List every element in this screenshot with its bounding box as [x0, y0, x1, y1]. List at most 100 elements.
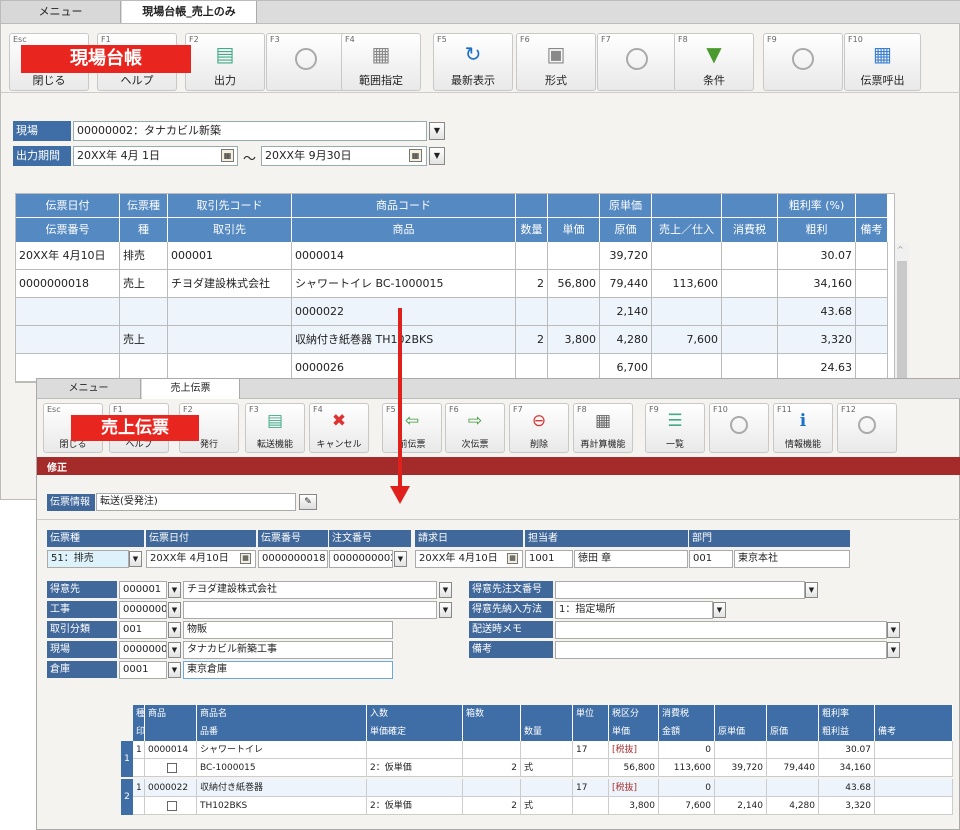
grid-cell[interactable]: 収納付き紙巻器: [197, 779, 367, 797]
table-cell[interactable]: [652, 298, 722, 326]
grid-cell[interactable]: 2,140: [715, 797, 767, 815]
grid-cell[interactable]: 0: [659, 779, 715, 797]
table-cell[interactable]: [722, 270, 778, 298]
grid-cell[interactable]: 2：仮単価: [367, 759, 463, 777]
table-cell[interactable]: 79,440: [600, 270, 652, 298]
period-to-field[interactable]: 20XX年 9月30日: [261, 146, 427, 166]
table-cell[interactable]: [856, 242, 888, 270]
denpyo-type-dropdown[interactable]: ▼: [129, 551, 142, 567]
grid-cell[interactable]: シャワートイレ: [197, 741, 367, 759]
name-field[interactable]: 東京倉庫: [183, 661, 393, 679]
code-field[interactable]: 0001: [119, 661, 167, 679]
table-cell[interactable]: 000001: [168, 242, 292, 270]
period-from-field[interactable]: 20XX年 4月 1日: [73, 146, 238, 166]
table-cell[interactable]: 2,140: [600, 298, 652, 326]
table-cell[interactable]: 7,600: [652, 326, 722, 354]
grid-cell[interactable]: 56,800: [609, 759, 659, 777]
calendar-icon[interactable]: ▦: [507, 553, 518, 564]
bumon-name-field[interactable]: 東京本社: [734, 550, 850, 568]
table-cell[interactable]: [856, 270, 888, 298]
grid-cell[interactable]: BC-1000015: [197, 759, 367, 777]
table-cell[interactable]: [548, 298, 600, 326]
grid-cell[interactable]: 2：仮単価: [367, 797, 463, 815]
grid-cell[interactable]: [463, 779, 521, 797]
grid-cell[interactable]: [367, 741, 463, 759]
table-cell[interactable]: [120, 298, 168, 326]
table-cell[interactable]: 34,160: [778, 270, 856, 298]
toolbar-btn-format[interactable]: F6 ▣ 形式: [516, 33, 596, 91]
table-cell[interactable]: 0000014: [292, 242, 516, 270]
table-cell[interactable]: [516, 242, 548, 270]
grid-cell[interactable]: [573, 797, 609, 815]
dropdown[interactable]: ▼: [805, 582, 818, 598]
toolbar-btn-delete[interactable]: F7 ⊖ 削除: [509, 403, 569, 453]
toolbar-btn-refresh[interactable]: F5 ↻ 最新表示: [433, 33, 513, 91]
grid-cell[interactable]: [133, 759, 145, 777]
grid-cell[interactable]: [875, 741, 953, 759]
grid-cell[interactable]: 113,600: [659, 759, 715, 777]
grid-cell[interactable]: 3,800: [609, 797, 659, 815]
tanto-name-field[interactable]: 徳田 章: [574, 550, 688, 568]
grid-cell[interactable]: 式: [521, 759, 573, 777]
toolbar-btn-no[interactable]: F9: [763, 33, 843, 91]
genba-dropdown[interactable]: ▼: [429, 122, 445, 140]
grid-cell[interactable]: 17: [573, 779, 609, 797]
toolbar-btn-list[interactable]: F9 ☰ 一覧: [645, 403, 705, 453]
grid-cell[interactable]: [715, 741, 767, 759]
table-cell[interactable]: 30.07: [778, 242, 856, 270]
grid-cell[interactable]: [税抜]: [609, 741, 659, 759]
front-tab-uriage[interactable]: 売上伝票: [142, 379, 240, 399]
grid-cell[interactable]: 0000014: [145, 741, 197, 759]
table-cell[interactable]: 2: [516, 270, 548, 298]
grid-cell[interactable]: [875, 779, 953, 797]
table-cell[interactable]: 43.68: [778, 298, 856, 326]
dropdown[interactable]: ▼: [713, 602, 726, 618]
table-cell[interactable]: シャワートイレ BC-1000015: [292, 270, 516, 298]
table-cell[interactable]: 4,280: [600, 326, 652, 354]
grid-cell[interactable]: [463, 741, 521, 759]
name-field[interactable]: [183, 601, 437, 619]
chumon-no-dropdown[interactable]: ▼: [394, 551, 407, 567]
table-cell[interactable]: チヨダ建設株式会社: [168, 270, 292, 298]
table-cell[interactable]: [16, 298, 120, 326]
dropdown[interactable]: ▼: [168, 602, 181, 618]
grid-cell[interactable]: 7,600: [659, 797, 715, 815]
grid-cell[interactable]: 39,720: [715, 759, 767, 777]
table-cell[interactable]: 39,720: [600, 242, 652, 270]
dropdown[interactable]: ▼: [168, 582, 181, 598]
calendar-icon[interactable]: ▦: [240, 553, 251, 564]
print-exclude-cell[interactable]: [145, 797, 197, 815]
code-field[interactable]: 00000002: [119, 641, 167, 659]
value-field[interactable]: [555, 581, 805, 599]
grid-cell[interactable]: 43.68: [819, 779, 875, 797]
grid-cell[interactable]: [715, 779, 767, 797]
grid-cell[interactable]: 1: [133, 741, 145, 759]
grid-cell[interactable]: 1: [133, 779, 145, 797]
toolbar-btn-transfer[interactable]: F3 ▤ 転送機能: [245, 403, 305, 453]
denpyo-no-field[interactable]: 0000000018: [258, 550, 328, 568]
grid-cell[interactable]: 2: [463, 797, 521, 815]
code-field[interactable]: 00000000: [119, 601, 167, 619]
table-cell[interactable]: [652, 242, 722, 270]
genba-field[interactable]: 00000002：タナカビル新築: [73, 121, 427, 141]
bumon-code-field[interactable]: 001: [689, 550, 733, 568]
denpyo-type-field[interactable]: 51：排売: [47, 550, 129, 568]
grid-cell[interactable]: [税抜]: [609, 779, 659, 797]
toolbar-btn-info[interactable]: F11 ℹ 情報機能: [773, 403, 833, 453]
toolbar-btn-cancel[interactable]: F4 ✖ キャンセル: [309, 403, 369, 453]
grid-cell[interactable]: 0: [659, 741, 715, 759]
table-cell[interactable]: [548, 242, 600, 270]
table-cell[interactable]: 2: [516, 326, 548, 354]
value-field[interactable]: [555, 641, 887, 659]
grid-cell[interactable]: [367, 779, 463, 797]
toolbar-btn-no[interactable]: F7: [597, 33, 677, 91]
table-cell[interactable]: 56,800: [548, 270, 600, 298]
grid-cell[interactable]: 0000022: [145, 779, 197, 797]
table-cell[interactable]: 3,800: [548, 326, 600, 354]
table-cell[interactable]: 売上: [120, 326, 168, 354]
grid-cell[interactable]: [875, 797, 953, 815]
grid-cell[interactable]: [875, 759, 953, 777]
table-cell[interactable]: [856, 326, 888, 354]
print-exclude-checkbox[interactable]: [167, 763, 177, 773]
toolbar-btn-print[interactable]: F2 ▤ 出力: [185, 33, 265, 91]
